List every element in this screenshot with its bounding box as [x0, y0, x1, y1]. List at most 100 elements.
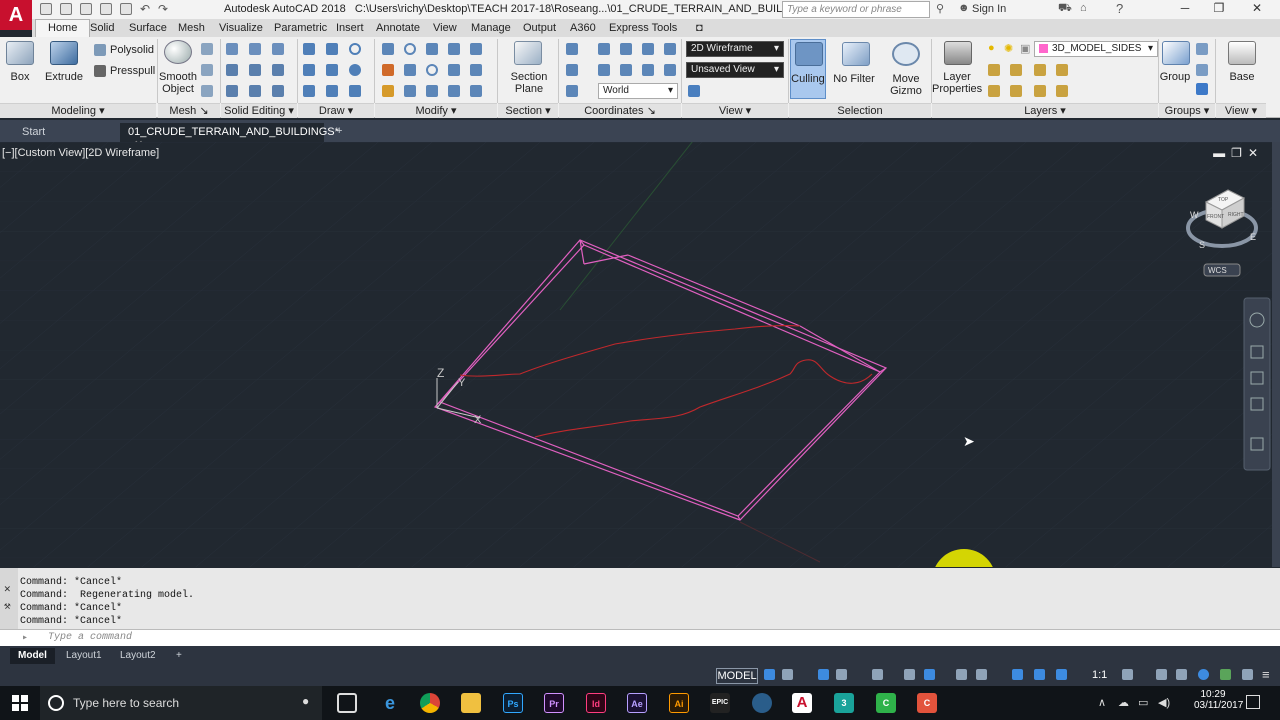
- solid-edit-icon[interactable]: [226, 64, 238, 76]
- ribbon-toggle-icon[interactable]: ◘: [696, 22, 703, 34]
- app-icon[interactable]: [752, 693, 772, 713]
- lineweight-icon[interactable]: [956, 669, 967, 680]
- windows-start-icon[interactable]: [12, 695, 28, 711]
- after-effects-icon[interactable]: Ae: [627, 693, 647, 713]
- group-selection-icon[interactable]: [1196, 83, 1208, 95]
- tab-express-tools[interactable]: Express Tools: [609, 22, 677, 34]
- section-plane-button[interactable]: Section Plane: [506, 71, 552, 95]
- smooth-object-icon[interactable]: [164, 40, 192, 64]
- viewcube-top-label[interactable]: TOP: [1218, 197, 1229, 203]
- transparency-icon[interactable]: [976, 669, 987, 680]
- viewport-controls-label[interactable]: [−][Custom View][2D Wireframe]: [2, 147, 159, 159]
- named-view-dropdown[interactable]: Unsaved View ▾: [686, 62, 784, 78]
- epic-games-icon[interactable]: EPIC: [710, 693, 730, 713]
- redo-icon[interactable]: ↷: [158, 2, 168, 16]
- break-icon[interactable]: [470, 85, 482, 97]
- ucs-icon[interactable]: [620, 64, 632, 76]
- layer-tool-icon[interactable]: [988, 64, 1000, 76]
- mirror-icon[interactable]: [382, 64, 394, 76]
- binoculars-icon[interactable]: ⚲: [936, 2, 944, 15]
- viewport-close-icon[interactable]: ✕: [1248, 146, 1264, 160]
- ortho-icon[interactable]: [818, 669, 829, 680]
- offset-icon[interactable]: [404, 85, 416, 97]
- cart-icon[interactable]: ⛟: [1058, 2, 1072, 16]
- onedrive-icon[interactable]: ☁: [1118, 696, 1129, 709]
- join-icon[interactable]: [448, 85, 460, 97]
- undo-icon[interactable]: ↶: [140, 2, 150, 16]
- panel-modify[interactable]: Modify ▾: [375, 103, 497, 118]
- photoshop-icon[interactable]: Ps: [503, 693, 523, 713]
- box-icon[interactable]: [6, 41, 34, 65]
- visual-style-dropdown[interactable]: 2D Wireframe ▾: [686, 41, 784, 57]
- layer-tool-icon[interactable]: [1010, 85, 1022, 97]
- viewport-restore-icon[interactable]: ❐: [1231, 146, 1248, 160]
- ucs-icon[interactable]: [664, 43, 676, 55]
- layer-properties-icon[interactable]: [944, 41, 972, 65]
- ucs-icon[interactable]: [642, 64, 654, 76]
- layer-tool-icon[interactable]: [1034, 85, 1046, 97]
- show-hidden-icons[interactable]: ∧: [1098, 696, 1106, 709]
- ucs-icon[interactable]: [664, 64, 676, 76]
- viewcube-right-label[interactable]: RIGHT: [1228, 212, 1244, 218]
- sign-in-button[interactable]: Sign In: [972, 3, 1006, 15]
- tab-manage[interactable]: Manage: [471, 22, 511, 34]
- viewport-window-controls[interactable]: ▬❐✕: [1213, 146, 1264, 160]
- layer-tool-icon[interactable]: [1056, 64, 1068, 76]
- hardware-acceleration-icon[interactable]: [1220, 669, 1231, 680]
- wcs-menu[interactable]: WCS: [1203, 263, 1241, 277]
- tab-start[interactable]: Start: [14, 123, 118, 142]
- workspace-switching-icon[interactable]: [1122, 669, 1133, 680]
- ucs-icon[interactable]: [620, 43, 632, 55]
- clean-screen-icon[interactable]: [1242, 669, 1253, 680]
- mesh-tool-icon[interactable]: [201, 43, 213, 55]
- layer-tool-icon[interactable]: [1056, 85, 1068, 97]
- move-gizmo-dropdown[interactable]: Move Gizmo: [886, 73, 926, 97]
- stretch-icon[interactable]: [448, 64, 460, 76]
- spline-icon[interactable]: [303, 64, 315, 76]
- ucs-icon[interactable]: [566, 85, 578, 97]
- solid-edit-icon[interactable]: [226, 85, 238, 97]
- ucs-icon[interactable]: [566, 64, 578, 76]
- auto-scale-icon[interactable]: [1056, 669, 1067, 680]
- object-snap-icon[interactable]: [924, 669, 935, 680]
- align-icon[interactable]: [426, 85, 438, 97]
- smooth-object-button[interactable]: Smooth Object: [158, 71, 198, 95]
- current-layer-dropdown[interactable]: 3D_MODEL_SIDES ▾: [1034, 41, 1158, 57]
- volume-icon[interactable]: ◀): [1158, 696, 1170, 709]
- panel-modeling[interactable]: Modeling ▾: [0, 103, 156, 118]
- units-icon[interactable]: [1176, 669, 1187, 680]
- tab-annotate[interactable]: Annotate: [376, 22, 420, 34]
- extrude-button[interactable]: Extrude: [42, 71, 86, 83]
- tab-drawing[interactable]: 01_CRUDE_TERRAIN_AND_BUILDINGS* ✕: [120, 123, 339, 151]
- arc-icon[interactable]: [349, 43, 361, 55]
- tab-view[interactable]: View: [433, 22, 457, 34]
- rotate-icon[interactable]: [404, 43, 416, 55]
- drawing-viewport[interactable]: Z Y X TOP FRONT RIGHT W S E WCS [−][Cust…: [0, 142, 1272, 567]
- polysolid-button[interactable]: Polysolid: [110, 44, 154, 56]
- help-search-input[interactable]: Type a keyword or phrase: [782, 1, 930, 18]
- fillet-icon[interactable]: [404, 64, 416, 76]
- ucs-icon[interactable]: [598, 43, 610, 55]
- annotation-visibility-icon[interactable]: [1034, 669, 1045, 680]
- clock[interactable]: 10:29 03/11/2017: [1194, 689, 1243, 711]
- app-green-icon[interactable]: C: [876, 693, 896, 713]
- edge-icon[interactable]: e: [380, 693, 400, 713]
- new-tab-button[interactable]: +: [330, 123, 352, 142]
- mesh-tool-icon[interactable]: [201, 64, 213, 76]
- add-layout-button[interactable]: +: [168, 648, 190, 664]
- mesh-tool-icon[interactable]: [201, 85, 213, 97]
- polyline-icon[interactable]: [326, 43, 338, 55]
- circle-icon[interactable]: [349, 64, 361, 76]
- culling-button[interactable]: Culling: [790, 73, 826, 85]
- line-icon[interactable]: [303, 43, 315, 55]
- layer-tool-icon[interactable]: [988, 85, 1000, 97]
- panel-layers[interactable]: Layers ▾: [932, 103, 1158, 118]
- viewport-config-icon[interactable]: [688, 85, 700, 97]
- ungroup-icon[interactable]: [1196, 43, 1208, 55]
- battery-icon[interactable]: ▭: [1138, 696, 1148, 709]
- tab-insert[interactable]: Insert: [336, 22, 364, 34]
- panel-coordinates[interactable]: Coordinates ↘: [559, 103, 681, 118]
- compass-s-label[interactable]: S: [1199, 240, 1205, 250]
- extrude-icon[interactable]: [50, 41, 78, 65]
- sun-icon[interactable]: ✺: [1004, 42, 1013, 55]
